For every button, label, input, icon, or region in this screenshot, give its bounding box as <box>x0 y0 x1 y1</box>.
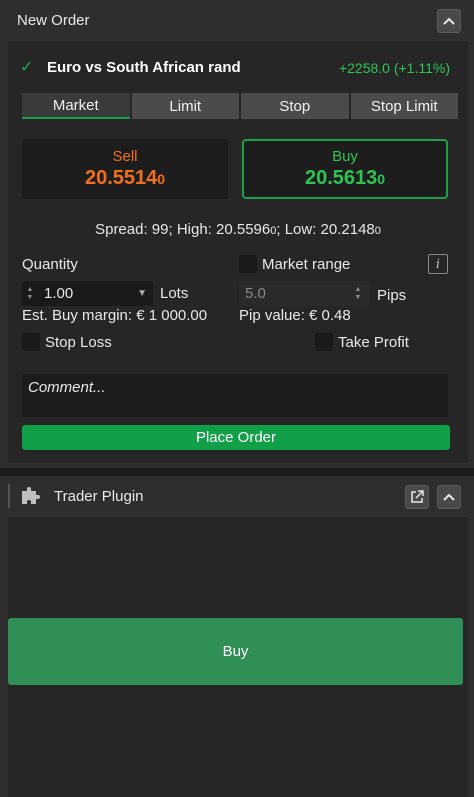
sell-label: Sell <box>112 148 138 165</box>
tab-stop[interactable]: Stop <box>241 93 349 119</box>
new-order-body: ✓ Euro vs South African rand +2258.0 (+1… <box>8 41 468 463</box>
pip-value: Pip value: € 0.48 <box>239 307 351 324</box>
chevron-up-icon <box>443 493 455 501</box>
new-order-header: New Order <box>0 0 474 40</box>
quantity-stepper[interactable]: ▲ ▼ 1.00 ▼ <box>22 281 153 306</box>
spread-low-text: ; Low: 20.2148 <box>276 221 375 238</box>
buy-label: Buy <box>332 148 358 165</box>
stop-loss-label: Stop Loss <box>45 334 112 351</box>
tab-limit[interactable]: Limit <box>131 93 239 119</box>
dropdown-arrow-icon[interactable]: ▼ <box>137 288 153 299</box>
stepper-arrows-icon[interactable]: ▲ ▼ <box>350 286 370 302</box>
stepper-arrows-icon[interactable]: ▲ ▼ <box>22 286 38 302</box>
spread-low-pip: 0 <box>374 225 381 237</box>
order-type-tabs: Market Limit Stop Stop Limit <box>22 93 458 119</box>
buy-button[interactable]: Buy 20.56130 <box>242 139 448 199</box>
market-range-unit: Pips <box>377 287 407 304</box>
puzzle-icon <box>22 487 40 504</box>
popout-button[interactable] <box>405 485 429 509</box>
chevron-up-icon <box>443 17 455 25</box>
buy-price-pip: 0 <box>377 171 386 187</box>
trader-plugin-title: Trader Plugin <box>54 488 144 505</box>
collapse-trader-plugin-button[interactable] <box>437 485 461 509</box>
sell-price-pip: 0 <box>157 171 166 187</box>
tab-stop-limit[interactable]: Stop Limit <box>350 93 458 119</box>
symbol-name[interactable]: Euro vs South African rand <box>47 59 241 76</box>
buy-price: 20.56130 <box>305 167 385 190</box>
trader-plugin-panel: Trader Plugin Buy <box>0 476 474 797</box>
quantity-value: 1.00 <box>44 285 74 302</box>
sell-price-main: 20.5514 <box>84 167 158 189</box>
quantity-label: Quantity <box>22 256 78 273</box>
new-order-title: New Order <box>17 12 90 29</box>
market-range-value: 5.0 <box>245 285 266 302</box>
tab-market[interactable]: Market <box>22 93 130 119</box>
market-range-stepper[interactable]: 5.0 ▲ ▼ <box>239 281 370 306</box>
market-range-label: Market range <box>262 256 351 273</box>
take-profit-checkbox[interactable] <box>315 333 333 351</box>
collapse-new-order-button[interactable] <box>437 9 461 33</box>
trader-plugin-body: Buy <box>8 517 468 797</box>
place-order-button[interactable]: Place Order <box>22 425 450 450</box>
buy-price-main: 20.5613 <box>304 167 378 189</box>
take-profit-label: Take Profit <box>338 334 409 351</box>
new-order-panel: New Order ✓ Euro vs South African rand +… <box>0 0 474 468</box>
sell-price: 20.55140 <box>85 167 165 190</box>
checkmark-icon: ✓ <box>20 59 34 76</box>
comment-input[interactable]: Comment... <box>22 374 448 417</box>
est-buy-margin: Est. Buy margin: € 1 000.00 <box>22 307 208 324</box>
info-icon[interactable]: i <box>428 254 448 274</box>
market-range-checkbox[interactable] <box>239 255 257 273</box>
price-change: +2258.0 (+1.11%) <box>338 60 450 76</box>
external-link-icon <box>411 490 424 503</box>
sell-button[interactable]: Sell 20.55140 <box>22 139 228 199</box>
quantity-unit: Lots <box>160 285 189 302</box>
stop-loss-checkbox[interactable] <box>22 333 40 351</box>
spread-info: Spread: 99; High: 20.5596 0; Low: 20.2148… <box>8 221 468 238</box>
drag-handle[interactable] <box>8 484 10 508</box>
trader-plugin-header: Trader Plugin <box>0 476 474 516</box>
plugin-buy-button[interactable]: Buy <box>8 618 463 685</box>
spread-high-text: Spread: 99; High: 20.5596 <box>95 221 271 238</box>
